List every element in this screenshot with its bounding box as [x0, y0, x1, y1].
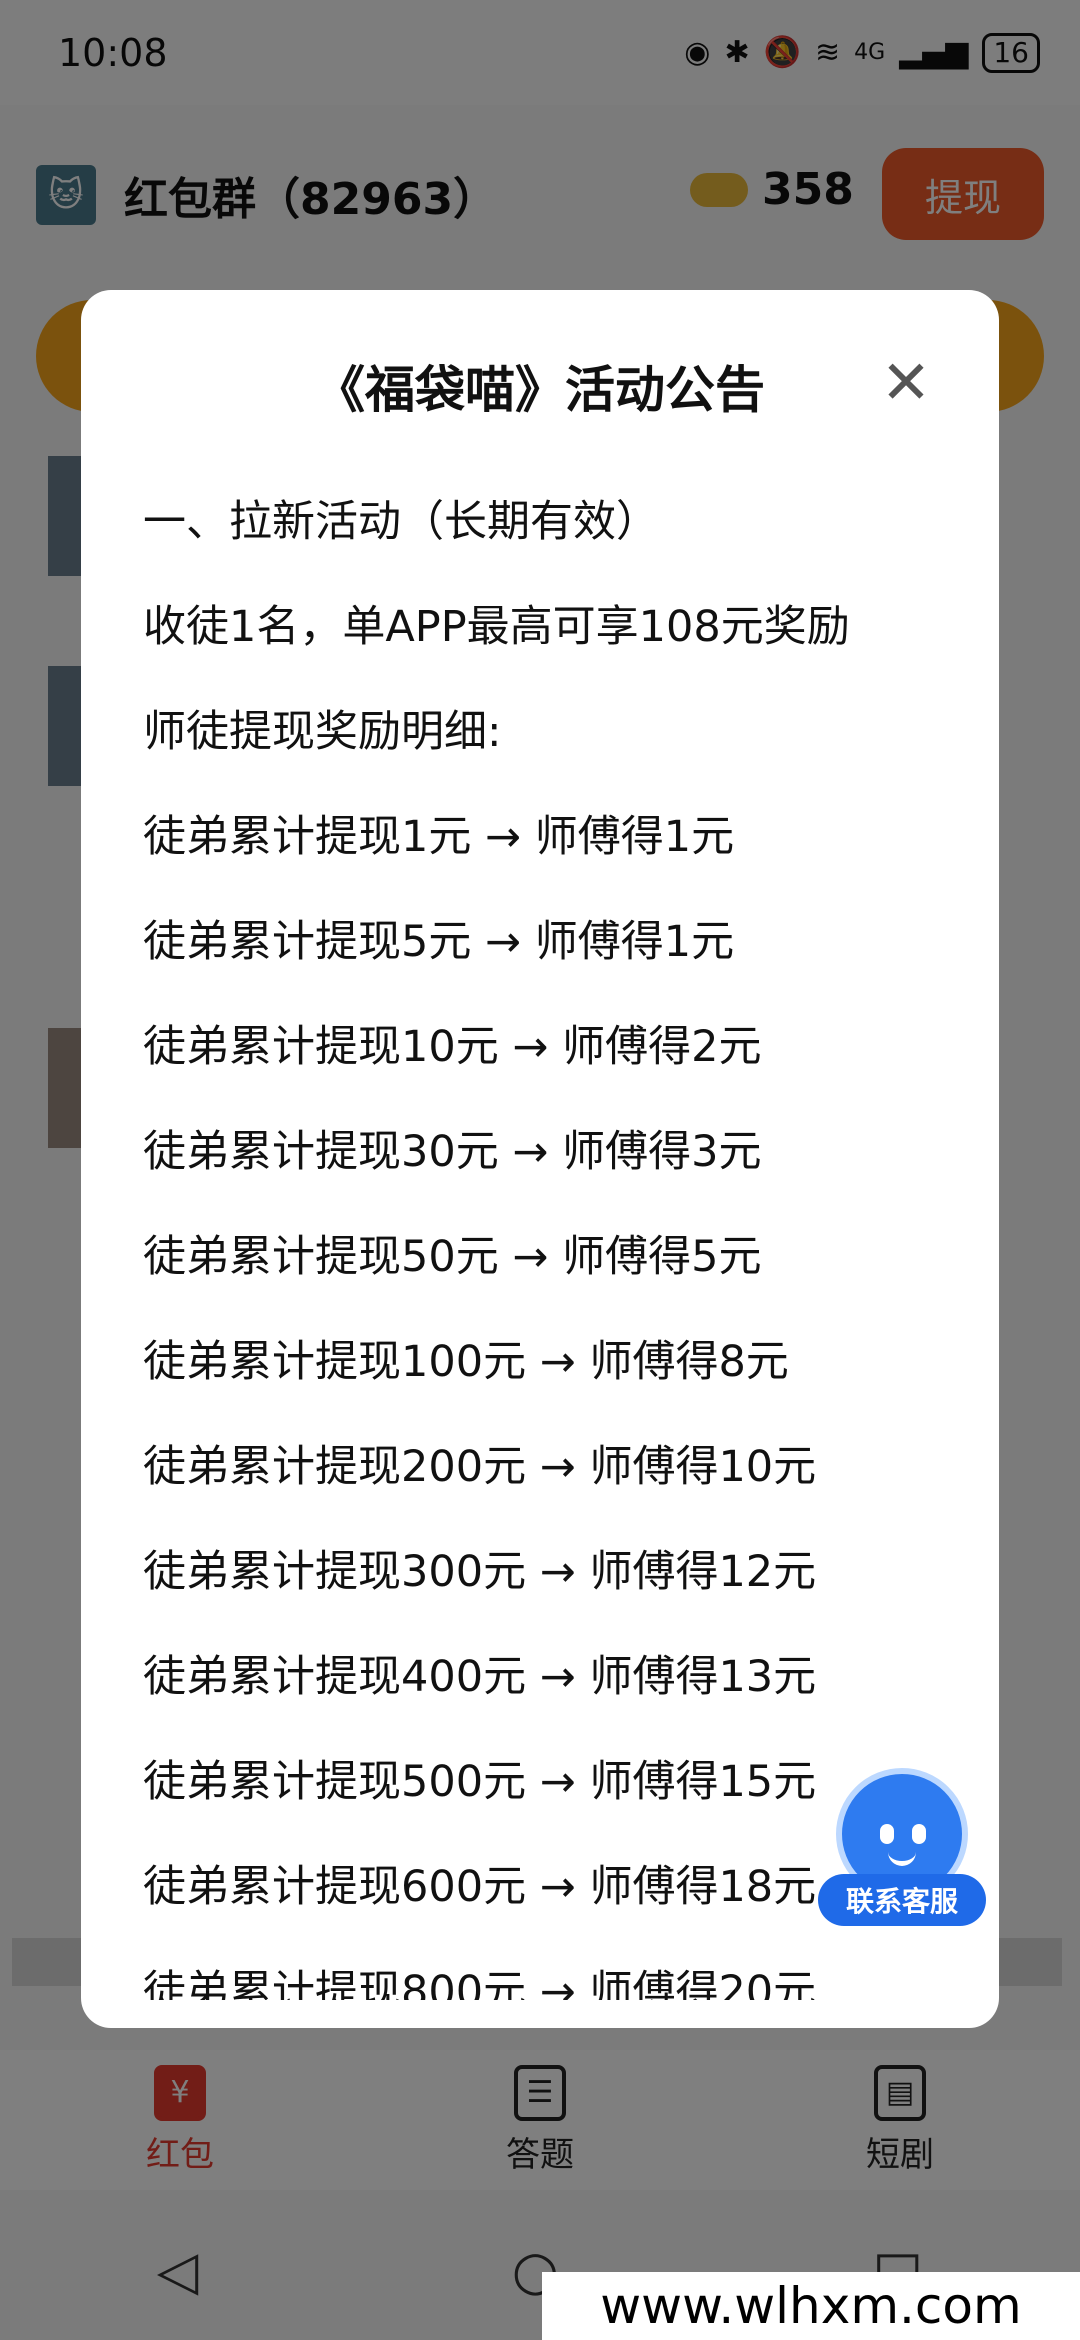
announcement-line: 徒弟累计提现50元 → 师傅得5元: [143, 1232, 762, 1282]
robot-eye: [880, 1824, 894, 1844]
announcement-line: 徒弟累计提现1元 → 师傅得1元: [143, 812, 735, 862]
modal-title: 《福袋喵》活动公告: [315, 361, 765, 419]
announcement-line: 徒弟累计提现5元 → 师傅得1元: [143, 917, 735, 967]
announcement-line: 徒弟累计提现10元 → 师傅得2元: [143, 1022, 762, 1072]
announcement-line: 徒弟累计提现30元 → 师傅得3元: [143, 1127, 762, 1177]
site-watermark: www.wlhxm.com: [542, 2272, 1080, 2340]
announcement-line: 师徒提现奖励明细:: [143, 707, 502, 757]
announcement-line: 徒弟累计提现100元 → 师傅得8元: [143, 1337, 789, 1387]
announcement-line: 徒弟累计提现300元 → 师傅得12元: [143, 1547, 817, 1597]
customer-service-label: 联系客服: [818, 1874, 986, 1926]
announcement-line: 收徒1名，单APP最高可享108元奖励: [143, 602, 850, 652]
announcement-line: 徒弟累计提现400元 → 师傅得13元: [143, 1652, 817, 1702]
announcement-line: 徒弟累计提现800元 → 师傅得20元: [143, 1967, 817, 2000]
announcement-line: 徒弟累计提现200元 → 师傅得10元: [143, 1442, 817, 1492]
close-icon[interactable]: ✕: [871, 348, 941, 418]
robot-eye: [912, 1824, 926, 1844]
robot-mouth: [888, 1852, 916, 1866]
customer-service-button[interactable]: 联系客服: [818, 1768, 986, 1926]
announcement-line: 一、拉新活动（长期有效）: [143, 497, 659, 547]
